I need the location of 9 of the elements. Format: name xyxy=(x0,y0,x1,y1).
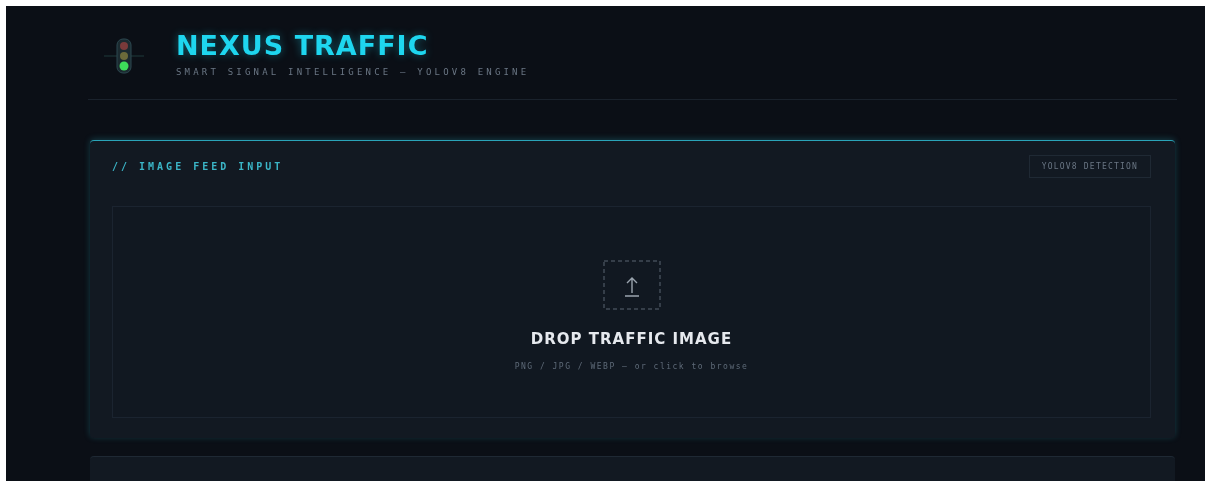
detection-badge: YOLOV8 DETECTION xyxy=(1028,155,1151,179)
dropzone-title: DROP TRAFFIC IMAGE xyxy=(530,329,733,348)
app-title: NEXUS TRAFFIC xyxy=(176,30,430,62)
image-dropzone[interactable]: DROP TRAFFIC IMAGE PNG / JPG / WEBP — or click to browse xyxy=(112,206,1151,419)
upload-icon xyxy=(602,259,661,310)
dropzone-hint: PNG / JPG / WEBP — or click to browse xyxy=(514,361,749,371)
app-subtitle: SMART SIGNAL INTELLIGENCE — YOLOV8 ENGINE xyxy=(176,67,530,78)
traffic-light-icon xyxy=(104,35,144,76)
panel-title: // IMAGE FEED INPUT xyxy=(112,161,284,173)
